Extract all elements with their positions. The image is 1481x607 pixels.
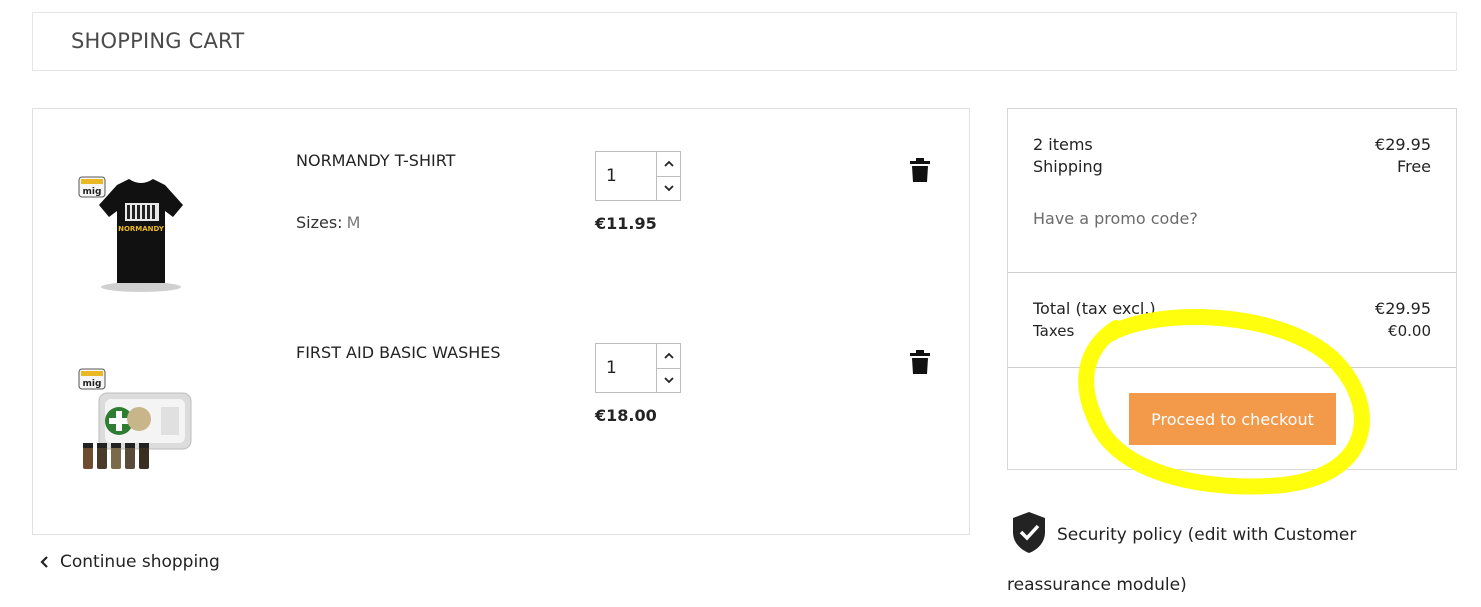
summary-divider [1008,272,1456,273]
total-value: €29.95 [1375,299,1431,318]
quantity-decrease-button[interactable] [657,175,680,200]
taxes-value: €0.00 [1388,322,1431,340]
reassurance-text: Security policy (edit with Customer reas… [1007,525,1357,595]
trash-icon[interactable] [909,349,931,375]
product-image-tshirt[interactable]: NORMANDY mig [77,163,197,293]
product-attribute: Sizes: M [296,213,360,232]
chevron-down-icon [663,377,674,384]
cart-item-first-aid-washes: mig FIRST AID BASIC WASHES €18.00 [33,341,969,531]
quantity-input[interactable] [596,344,656,392]
brand-logo-text: mig [83,187,102,197]
quantity-input[interactable] [596,152,656,200]
quantity-stepper [595,151,681,201]
cart-items-panel: NORMANDY mig NORMANDY T-SHIRT Sizes:M €1… [32,108,970,535]
product-name[interactable]: FIRST AID BASIC WASHES [296,343,501,362]
continue-shopping-link[interactable]: Continue shopping [40,552,220,572]
cart-summary: 2 items €29.95 Shipping Free Have a prom… [1007,108,1457,470]
quantity-buttons [656,152,680,200]
chevron-up-icon [663,352,674,359]
brand-logo-text: mig [83,379,102,389]
shipping-label: Shipping [1033,157,1103,176]
reassurance-block: Security policy (edit with Customer reas… [1007,510,1457,607]
quantity-stepper [595,343,681,393]
product-price: €18.00 [595,406,657,425]
taxes-row: Taxes €0.00 [1033,322,1431,340]
attribute-label: Sizes: [296,213,343,232]
shield-check-icon [1013,512,1045,553]
chevron-up-icon [663,160,674,167]
summary-divider [1008,367,1456,368]
product-price: €11.95 [595,214,657,233]
product-image-washes[interactable]: mig [77,355,197,485]
shirt-print-text: NORMANDY [118,225,165,233]
product-name[interactable]: NORMANDY T-SHIRT [296,151,455,170]
cart-header: SHOPPING CART [32,12,1457,71]
items-count-row: 2 items €29.95 [1033,135,1431,154]
proceed-to-checkout-button[interactable]: Proceed to checkout [1129,393,1336,445]
quantity-increase-button[interactable] [657,152,680,176]
continue-shopping-label: Continue shopping [60,552,220,572]
promo-code-link[interactable]: Have a promo code? [1033,209,1198,228]
cart-item-normandy-tshirt: NORMANDY mig NORMANDY T-SHIRT Sizes:M €1… [33,149,969,339]
shipping-row: Shipping Free [1033,157,1431,176]
page-title: SHOPPING CART [71,29,245,53]
total-row: Total (tax excl.) €29.95 [1033,299,1431,318]
chevron-down-icon [663,185,674,192]
taxes-label: Taxes [1033,322,1075,340]
quantity-buttons [656,344,680,392]
shipping-value: Free [1397,157,1431,176]
quantity-increase-button[interactable] [657,344,680,368]
chevron-left-icon [40,556,48,568]
total-label: Total (tax excl.) [1033,299,1156,318]
trash-icon[interactable] [909,157,931,183]
quantity-decrease-button[interactable] [657,367,680,392]
attribute-value: M [346,213,361,232]
items-subtotal-value: €29.95 [1375,135,1431,154]
items-count-label: 2 items [1033,135,1093,154]
